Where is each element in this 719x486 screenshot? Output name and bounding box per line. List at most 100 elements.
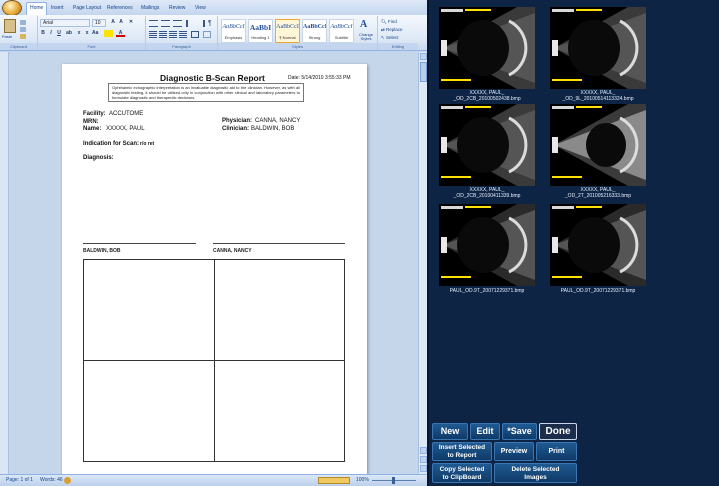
indication-value: r/o ret xyxy=(140,141,155,147)
bold-icon[interactable]: B xyxy=(40,30,46,37)
clinician-value: BALDWIN, BOB xyxy=(251,126,295,132)
style-heading-1[interactable]: AaBbI Heading 1 xyxy=(248,19,273,43)
document-page[interactable]: Diagnostic B-Scan Report Date: 5/14/2010… xyxy=(62,64,367,476)
tab-insert[interactable]: Insert xyxy=(48,3,67,14)
superscript-icon[interactable]: x xyxy=(84,30,90,37)
save-button[interactable]: *Save xyxy=(502,423,537,440)
scroll-up-icon[interactable] xyxy=(420,53,427,60)
clinician-label: Clinician: xyxy=(222,126,250,132)
prev-page-icon[interactable] xyxy=(420,447,427,454)
multilevel-list-icon[interactable] xyxy=(173,20,182,27)
select-button[interactable]: ↖ Select xyxy=(381,35,399,41)
vertical-scrollbar[interactable] xyxy=(418,52,427,474)
new-button[interactable]: New xyxy=(432,423,468,440)
replace-button[interactable]: ⇄ Replace xyxy=(381,27,403,33)
thumbnail-caption: PAUL_OD.9T_20071229371.bmp xyxy=(560,288,636,294)
signature-line-right xyxy=(213,243,345,244)
indication-label: Indication for Scan: xyxy=(83,141,140,147)
font-family-select[interactable]: Arial xyxy=(40,19,90,27)
ultrasound-scan-image xyxy=(441,7,535,89)
underline-icon[interactable]: U xyxy=(56,30,62,37)
find-icon: 🔍︎ xyxy=(381,19,388,24)
zoom-slider-thumb[interactable] xyxy=(392,477,395,484)
tab-review[interactable]: Review xyxy=(166,3,188,14)
edit-button[interactable]: Edit xyxy=(470,423,500,440)
grow-font-icon[interactable]: A xyxy=(110,19,116,26)
thumbnail-image[interactable] xyxy=(550,104,646,186)
font-size-select[interactable]: 10 xyxy=(92,19,106,27)
print-button[interactable]: Print xyxy=(536,442,577,461)
subscript-icon[interactable]: x xyxy=(76,30,82,37)
tab-mailings[interactable]: Mailings xyxy=(138,3,162,14)
word-count[interactable]: Words: 46 xyxy=(40,477,63,483)
ultrasound-scan-image xyxy=(552,104,646,186)
report-title: Diagnostic B-Scan Report xyxy=(160,73,265,83)
change-styles-button[interactable]: A Change Styles xyxy=(357,19,375,43)
borders-icon[interactable] xyxy=(203,31,211,38)
styles-group-label: Styles xyxy=(218,43,377,50)
thumbnail-image[interactable] xyxy=(439,204,535,286)
change-case-icon[interactable]: Aa xyxy=(92,30,98,37)
line-spacing-icon[interactable] xyxy=(191,31,199,38)
italic-icon[interactable]: I xyxy=(48,30,54,37)
paste-button[interactable]: Paste xyxy=(2,34,12,39)
shrink-font-icon[interactable]: A xyxy=(118,19,124,26)
done-button[interactable]: Done xyxy=(539,423,577,440)
name-value: XXXXX, PAUL xyxy=(106,126,145,132)
align-right-icon[interactable] xyxy=(169,31,177,38)
show-formatting-icon[interactable]: ¶ xyxy=(208,20,212,27)
increase-indent-icon[interactable] xyxy=(197,20,205,27)
tab-references[interactable]: References xyxy=(104,3,136,14)
highlight-icon[interactable] xyxy=(104,30,113,37)
mrn-label: MRN: xyxy=(83,119,99,125)
strikethrough-icon[interactable]: ab xyxy=(66,30,72,37)
thumbnail-image[interactable] xyxy=(550,204,646,286)
paste-icon[interactable] xyxy=(4,19,16,33)
format-painter-icon[interactable] xyxy=(20,34,26,39)
insert-selected-button[interactable]: Insert Selected to Report xyxy=(432,442,492,461)
align-left-icon[interactable] xyxy=(149,31,157,38)
find-button[interactable]: 🔍︎ Find xyxy=(381,19,397,25)
justify-icon[interactable] xyxy=(179,31,187,38)
next-page-icon[interactable] xyxy=(420,465,427,472)
image-grid-table[interactable] xyxy=(83,259,345,462)
clear-format-icon[interactable]: ✕ xyxy=(128,19,134,26)
tab-home[interactable]: Home xyxy=(26,2,48,15)
thumbnail-image[interactable] xyxy=(550,7,646,89)
preview-button[interactable]: Preview xyxy=(494,442,534,461)
tab-page-layout[interactable]: Page Layout xyxy=(70,3,104,14)
ribbon: Paste Clipboard Arial 10 A A ✕ B I U ab … xyxy=(0,15,427,51)
editing-group-label: Editing xyxy=(378,43,418,50)
facility-label: Facility: xyxy=(83,111,106,117)
thumbnail-image[interactable] xyxy=(439,7,535,89)
delete-selected-button[interactable]: Delete Selected Images xyxy=(494,463,577,483)
numbering-icon[interactable] xyxy=(161,20,170,27)
bullets-icon[interactable] xyxy=(149,20,158,27)
font-color-icon[interactable]: A xyxy=(116,30,125,37)
vertical-ruler xyxy=(0,52,9,474)
editing-group: 🔍︎ Find ⇄ Replace ↖ Select Editing xyxy=(378,16,418,50)
decrease-indent-icon[interactable] xyxy=(186,20,194,27)
proofing-icon[interactable] xyxy=(64,477,71,484)
office-button[interactable] xyxy=(2,0,22,16)
copy-icon[interactable] xyxy=(20,27,26,32)
signature-left: BALDWIN, BOB xyxy=(83,248,121,254)
view-buttons[interactable] xyxy=(318,477,350,484)
signature-line-left xyxy=(83,243,196,244)
align-center-icon[interactable] xyxy=(159,31,167,38)
font-group: Arial 10 A A ✕ B I U ab x x Aa A Font xyxy=(38,16,146,50)
clipboard-group-label: Clipboard xyxy=(0,43,37,50)
physician-value: CANNA, NANCY xyxy=(255,118,301,124)
page-count[interactable]: Page: 1 of 1 xyxy=(6,477,33,483)
style-strong[interactable]: AaBbCcI Strong xyxy=(302,19,327,43)
copy-selected-button[interactable]: Copy Selected to ClipBoard xyxy=(432,463,492,483)
style-subtitle[interactable]: AaBbCcI Subtitle xyxy=(329,19,354,43)
style-normal[interactable]: AaBbCcI ¶ Normal xyxy=(275,19,300,43)
tab-view[interactable]: View xyxy=(192,3,209,14)
style-emphasis[interactable]: AaBbCcI Emphasis xyxy=(221,19,246,43)
select-browse-icon[interactable] xyxy=(420,456,427,463)
scroll-thumb[interactable] xyxy=(420,62,427,82)
cut-icon[interactable] xyxy=(20,20,26,25)
zoom-level[interactable]: 100% xyxy=(356,477,369,483)
thumbnail-image[interactable] xyxy=(439,104,535,186)
